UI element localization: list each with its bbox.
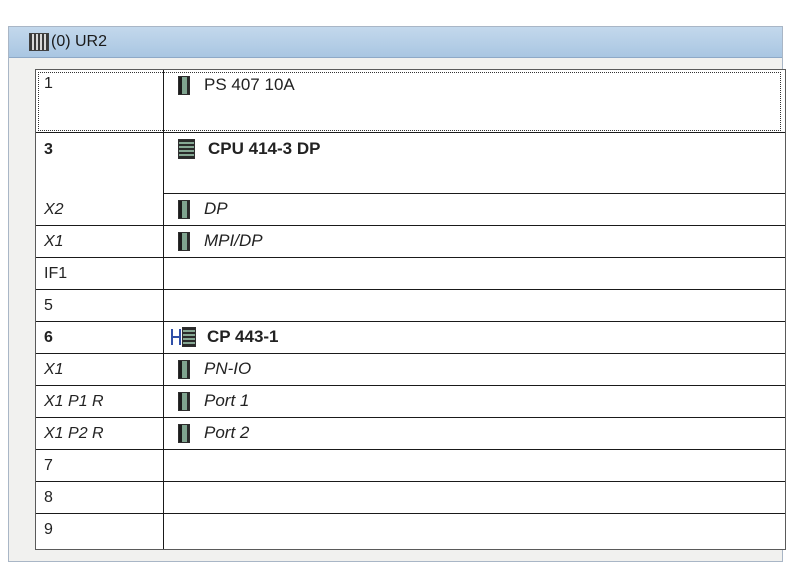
module-cell[interactable]: Port 2 bbox=[178, 423, 249, 443]
slot-cell[interactable]: 6 bbox=[44, 329, 53, 347]
slot-cell[interactable]: X1 P2 R bbox=[44, 425, 104, 443]
rack-titlebar[interactable]: (0) UR2 bbox=[9, 27, 782, 58]
module-cell[interactable]: PN-IO bbox=[178, 359, 251, 379]
module-label: CP 443-1 bbox=[207, 327, 279, 346]
slot-cell[interactable]: 7 bbox=[44, 457, 53, 475]
row-divider bbox=[36, 353, 785, 354]
slot-cell[interactable]: 1 bbox=[44, 75, 53, 93]
module-cell[interactable]: Port 1 bbox=[178, 391, 249, 411]
rack-window: (0) UR2 1 PS 407 10A 3 CPU 414-3 DP X2 D… bbox=[8, 26, 786, 562]
module-label: CPU 414-3 DP bbox=[208, 139, 321, 158]
rack-title: (0) UR2 bbox=[51, 33, 108, 50]
row-divider bbox=[36, 132, 785, 133]
module-icon bbox=[178, 359, 190, 379]
module-label: PN-IO bbox=[204, 359, 252, 378]
row-divider bbox=[36, 481, 785, 482]
slot-cell[interactable]: X2 bbox=[44, 201, 64, 219]
module-icon bbox=[178, 231, 190, 251]
column-divider bbox=[163, 70, 164, 549]
slot-cell[interactable]: X1 bbox=[44, 233, 64, 251]
slot-cell[interactable]: 8 bbox=[44, 489, 53, 507]
row-divider bbox=[36, 289, 785, 290]
slot-cell[interactable]: 5 bbox=[44, 297, 53, 315]
row-divider bbox=[36, 417, 785, 418]
slot-cell[interactable]: 9 bbox=[44, 521, 53, 539]
slot-cell[interactable]: 3 bbox=[44, 141, 53, 159]
network-cp-icon bbox=[171, 327, 201, 347]
module-cell[interactable]: CPU 414-3 DP bbox=[178, 139, 320, 159]
module-label: PS 407 10A bbox=[204, 75, 295, 94]
row-divider bbox=[36, 257, 785, 258]
module-cell[interactable]: CP 443-1 bbox=[171, 327, 279, 347]
module-icon bbox=[178, 423, 190, 443]
row-divider bbox=[163, 193, 785, 194]
module-label: MPI/DP bbox=[204, 231, 263, 250]
module-label: Port 2 bbox=[204, 423, 250, 442]
module-label: DP bbox=[204, 199, 228, 218]
slot-cell[interactable]: IF1 bbox=[44, 265, 67, 283]
module-cell[interactable]: MPI/DP bbox=[178, 231, 263, 251]
rack-slot-table: 1 PS 407 10A 3 CPU 414-3 DP X2 DP X1 MPI… bbox=[35, 69, 786, 550]
module-label: Port 1 bbox=[204, 391, 250, 410]
module-cell[interactable]: DP bbox=[178, 199, 228, 219]
module-icon bbox=[178, 75, 190, 95]
module-icon bbox=[178, 391, 190, 411]
row-divider bbox=[36, 321, 785, 322]
row-divider bbox=[36, 513, 785, 514]
row-divider bbox=[36, 449, 785, 450]
selected-row-focus bbox=[38, 72, 781, 131]
slot-cell[interactable]: X1 P1 R bbox=[44, 393, 104, 411]
module-cell[interactable]: PS 407 10A bbox=[178, 75, 295, 95]
slot-cell[interactable]: X1 bbox=[44, 361, 64, 379]
rack-icon bbox=[29, 33, 49, 51]
row-divider bbox=[36, 225, 785, 226]
module-icon bbox=[178, 199, 190, 219]
row-divider bbox=[36, 385, 785, 386]
cpu-icon bbox=[178, 139, 195, 159]
